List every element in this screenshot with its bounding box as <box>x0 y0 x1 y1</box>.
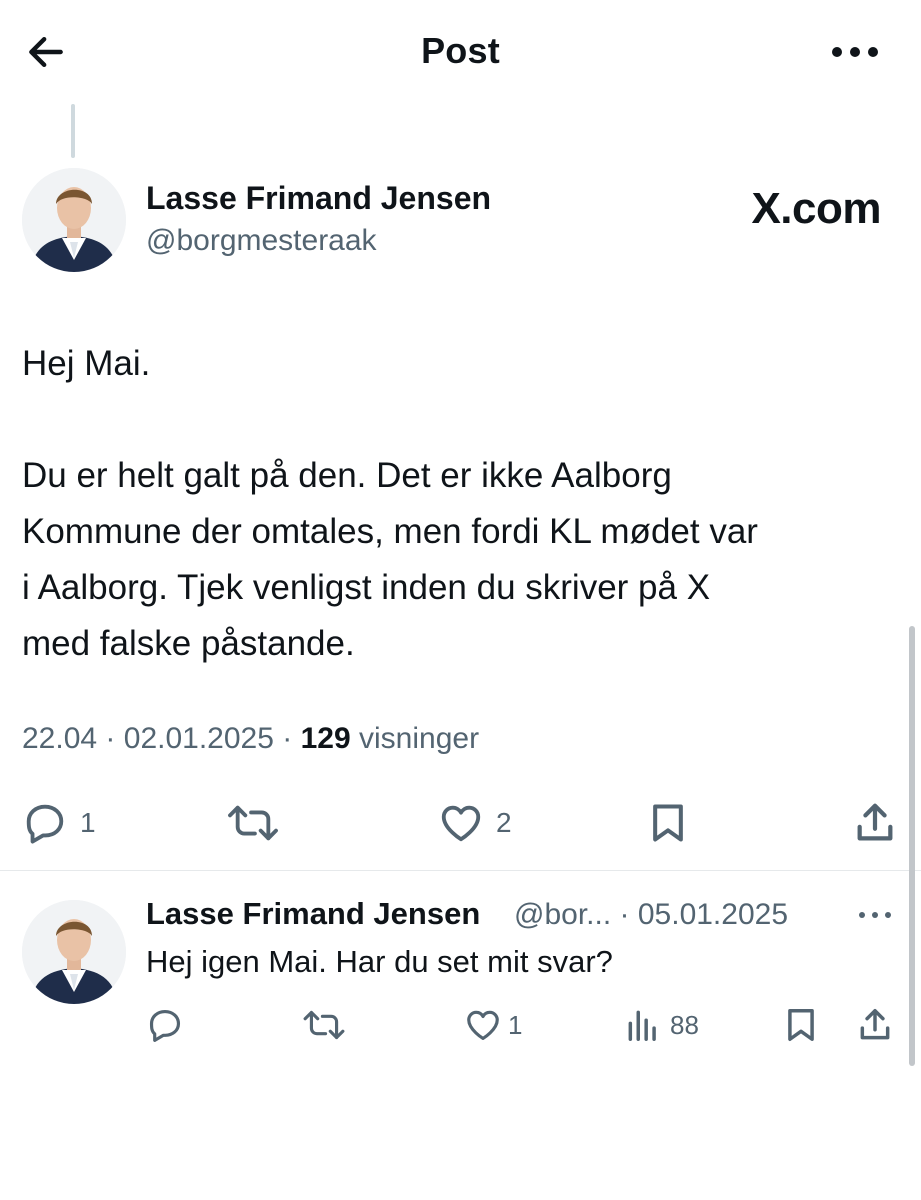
post-metadata: 22.04 · 02.01.2025 · 129 visninger <box>22 722 479 756</box>
more-options-button[interactable] <box>825 34 885 70</box>
more-horizontal-icon <box>832 47 878 57</box>
bookmark-button[interactable] <box>646 800 690 846</box>
bookmark-icon <box>788 1009 814 1041</box>
more-horizontal-icon <box>859 912 891 918</box>
post-text: Hej Mai. Du er helt galt på den. Det er … <box>22 336 902 672</box>
heart-icon <box>467 1010 499 1041</box>
reply-like-count: 1 <box>508 1009 523 1040</box>
avatar[interactable] <box>22 168 126 272</box>
post-line: i Aalborg. Tjek venligst inden du skrive… <box>22 568 711 607</box>
separator-dot: · <box>282 722 293 755</box>
top-bar: Post <box>0 0 921 100</box>
reply-views-count: 88 <box>670 1009 699 1040</box>
reply-button[interactable]: 1 <box>22 800 96 846</box>
post-detail-screen: Post Lasse Frimand Jensen @borgmesteraak… <box>0 0 921 1200</box>
reply-metadata: @bor... · 05.01.2025 <box>514 898 788 932</box>
reply-icon <box>149 1009 181 1042</box>
reply-text: Hej igen Mai. Har du set mit svar? <box>146 944 613 979</box>
like-count: 2 <box>496 807 512 838</box>
share-button[interactable] <box>852 800 898 846</box>
reply-date[interactable]: 05.01.2025 <box>638 898 788 931</box>
reply-reply-button[interactable] <box>146 1006 184 1044</box>
reply-author-name[interactable]: Lasse Frimand Jensen <box>146 896 480 932</box>
post-line: med falske påstande. <box>22 624 355 663</box>
avatar-image <box>22 168 126 272</box>
like-button[interactable]: 2 <box>438 800 512 846</box>
bookmark-icon <box>653 804 683 842</box>
reply-count: 1 <box>80 807 96 838</box>
share-icon <box>857 803 893 841</box>
reply-bookmark-button[interactable] <box>782 1006 820 1044</box>
reply-like-button[interactable]: 1 <box>464 1006 522 1044</box>
post-greeting: Hej Mai. <box>22 344 151 383</box>
reply-share-button[interactable] <box>856 1006 894 1044</box>
post-date[interactable]: 02.01.2025 <box>124 722 274 755</box>
divider <box>0 870 921 871</box>
views-label: visninger <box>359 722 480 755</box>
repost-button[interactable] <box>226 800 280 846</box>
reply-icon <box>26 804 64 844</box>
reply-more-button[interactable] <box>853 900 897 930</box>
post-time[interactable]: 22.04 <box>22 722 97 755</box>
share-icon <box>860 1009 890 1040</box>
avatar[interactable] <box>22 900 126 1004</box>
post-line: Du er helt galt på den. Det er ikke Aalb… <box>22 456 672 495</box>
repost-icon <box>228 805 278 841</box>
separator-dot: · <box>619 898 630 931</box>
thread-connector-line <box>71 104 75 158</box>
heart-icon <box>441 805 481 842</box>
page-title: Post <box>421 30 500 71</box>
reply-handle[interactable]: @bor... <box>514 898 611 931</box>
reply-repost-button[interactable] <box>302 1006 346 1044</box>
avatar-image <box>22 900 126 1004</box>
reply-views-button[interactable]: 88 <box>624 1006 699 1044</box>
scrollbar[interactable] <box>909 626 915 1066</box>
separator-dot: · <box>105 722 116 755</box>
author-handle[interactable]: @borgmesteraak <box>146 224 377 258</box>
repost-icon <box>303 1010 345 1040</box>
post-line: Kommune der omtales, men fordi KL mødet … <box>22 512 758 551</box>
x-com-watermark: X.com <box>751 184 881 233</box>
views-chart-icon <box>628 1010 656 1041</box>
views-count: 129 <box>300 722 351 755</box>
author-name[interactable]: Lasse Frimand Jensen <box>146 180 491 217</box>
